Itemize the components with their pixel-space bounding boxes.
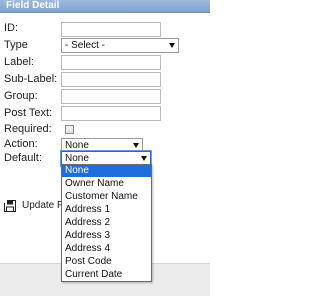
dropdown-option-none[interactable]: None (62, 165, 151, 177)
chevron-down-icon (133, 143, 139, 148)
sublabel-input[interactable] (61, 72, 161, 87)
update-button-label: Update Fi (22, 200, 66, 211)
group-label: Group: (4, 90, 38, 102)
field-detail-panel: Field Detail ID: Type - Select - Label: … (0, 0, 210, 296)
posttext-label: Post Text: (4, 107, 53, 119)
dropdown-option-address-3[interactable]: Address 3 (62, 230, 151, 242)
group-input[interactable] (61, 89, 161, 104)
posttext-input[interactable] (61, 106, 161, 121)
dropdown-option-post-code[interactable]: Post Code (62, 256, 151, 268)
default-dropdown-list[interactable]: None Owner Name Customer Name Address 1 … (61, 164, 152, 282)
label-input[interactable] (61, 55, 161, 70)
dropdown-option-address-1[interactable]: Address 1 (62, 204, 151, 216)
default-label: Default: (4, 152, 42, 164)
dropdown-option-address-2[interactable]: Address 2 (62, 217, 151, 229)
type-select-value: - Select - (65, 40, 106, 51)
label-label: Label: (4, 56, 34, 68)
save-icon (4, 200, 16, 212)
dropdown-option-owner-name[interactable]: Owner Name (62, 178, 151, 190)
panel-title: Field Detail (6, 0, 60, 11)
id-input[interactable] (61, 22, 161, 37)
id-label: ID: (4, 22, 19, 34)
dropdown-option-current-date[interactable]: Current Date (62, 269, 151, 281)
action-label: Action: (4, 138, 38, 150)
dropdown-option-address-4[interactable]: Address 4 (62, 243, 151, 255)
type-select[interactable]: - Select - (61, 38, 179, 53)
type-label: Type (4, 39, 28, 51)
chevron-down-icon (141, 156, 147, 161)
dropdown-option-customer-name[interactable]: Customer Name (62, 191, 151, 203)
panel-header: Field Detail (0, 0, 210, 13)
sublabel-label: Sub-Label: (4, 73, 58, 85)
required-checkbox[interactable] (65, 125, 74, 134)
chevron-down-icon (169, 43, 175, 48)
required-label: Required: (4, 123, 52, 135)
